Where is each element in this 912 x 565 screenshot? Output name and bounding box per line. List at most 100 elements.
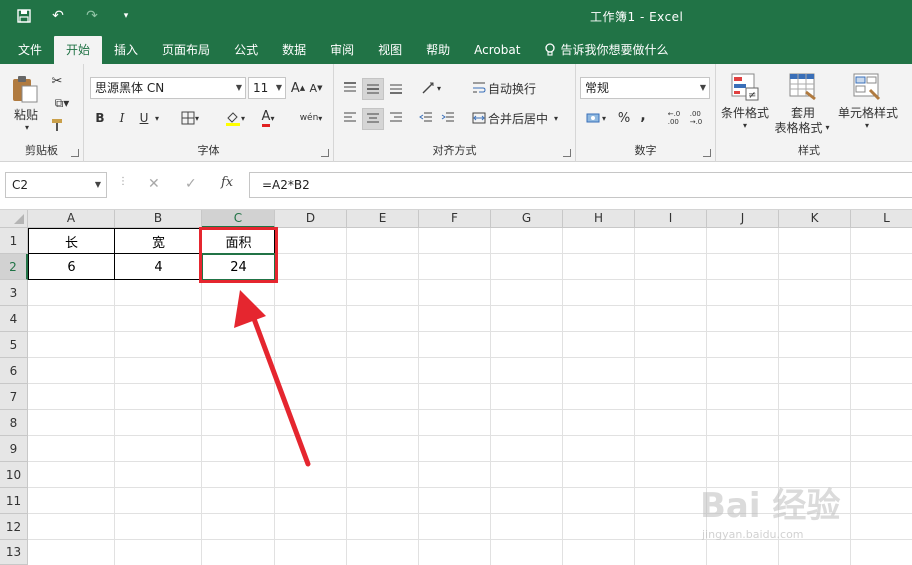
decrease-decimal-icon[interactable]: .00 →.0 (686, 108, 706, 128)
merge-center-button[interactable]: 合并后居中 ▾ (488, 108, 564, 128)
save-icon[interactable] (14, 6, 34, 26)
row-header-7[interactable]: 7 (0, 384, 28, 410)
cell-a2[interactable]: 6 (28, 254, 115, 280)
row-header-2[interactable]: 2 (0, 254, 28, 280)
row-header-3[interactable]: 3 (0, 280, 28, 306)
cut-icon[interactable]: ✂ (48, 72, 66, 90)
redo-icon[interactable]: ↷ (82, 6, 102, 26)
row-header-5[interactable]: 5 (0, 332, 28, 358)
tab-view[interactable]: 视图 (366, 36, 414, 64)
column-header-i[interactable]: I (635, 210, 707, 228)
row-header-9[interactable]: 9 (0, 436, 28, 462)
column-header-c[interactable]: C (202, 210, 275, 228)
fill-color-icon[interactable]: ▾ (220, 108, 250, 128)
tab-formulas[interactable]: 公式 (222, 36, 270, 64)
underline-button[interactable]: U (136, 108, 152, 128)
tab-review[interactable]: 审阅 (318, 36, 366, 64)
bold-button[interactable]: B (92, 108, 108, 128)
tab-page-layout[interactable]: 页面布局 (150, 36, 222, 64)
align-middle-icon[interactable] (362, 78, 384, 100)
tab-help[interactable]: 帮助 (414, 36, 462, 64)
increase-indent-icon[interactable] (438, 108, 458, 128)
row-header-12[interactable]: 12 (0, 514, 28, 540)
phonetic-guide-icon[interactable]: wén ▾ (296, 106, 326, 130)
row-header-13[interactable]: 13 (0, 540, 28, 565)
comma-style-button[interactable]: , (636, 106, 650, 126)
chevron-down-icon[interactable]: ▾ (740, 120, 750, 130)
formula-input[interactable]: =A2*B2 (249, 172, 912, 198)
align-center-icon[interactable] (362, 108, 384, 130)
undo-icon[interactable]: ↶ (48, 6, 68, 26)
row-header-1[interactable]: 1 (0, 228, 28, 254)
tab-data[interactable]: 数据 (270, 36, 318, 64)
insert-function-icon[interactable]: fx (221, 175, 233, 190)
alignment-launcher-icon[interactable] (563, 149, 571, 157)
column-header-h[interactable]: H (563, 210, 635, 228)
number-format-select[interactable]: 常规 ▼ (580, 77, 710, 99)
chevron-down-icon[interactable]: ▾ (862, 120, 872, 130)
wrap-text-button[interactable]: 自动换行 (488, 78, 548, 98)
font-name-select[interactable]: 思源黑体 CN ▼ (90, 77, 246, 99)
number-launcher-icon[interactable] (703, 149, 711, 157)
border-icon[interactable]: ▾ (176, 108, 204, 128)
accounting-format-icon[interactable]: ▾ (580, 108, 612, 128)
align-right-icon[interactable] (386, 108, 406, 128)
row-header-4[interactable]: 4 (0, 306, 28, 332)
align-bottom-icon[interactable] (386, 78, 406, 98)
select-all-button[interactable] (0, 210, 28, 228)
cell-b1[interactable]: 宽 (115, 228, 202, 254)
format-painter-icon[interactable] (48, 116, 66, 134)
orientation-icon[interactable]: ▾ (416, 78, 446, 98)
copy-icon[interactable]: ⧉▾ (48, 94, 76, 112)
tab-file[interactable]: 文件 (6, 36, 54, 64)
column-header-j[interactable]: J (707, 210, 779, 228)
column-header-g[interactable]: G (491, 210, 563, 228)
tab-acrobat[interactable]: Acrobat (462, 36, 532, 64)
clipboard-launcher-icon[interactable] (71, 149, 79, 157)
column-header-l[interactable]: L (851, 210, 912, 228)
font-launcher-icon[interactable] (321, 149, 329, 157)
font-color-icon[interactable]: A ▾ (254, 108, 282, 128)
wrap-text-icon[interactable] (470, 78, 488, 98)
tell-me-box[interactable]: 告诉我你想要做什么 (532, 36, 680, 64)
paste-button[interactable]: 粘贴 (8, 106, 44, 122)
font-size-select[interactable]: 11 ▼ (248, 77, 286, 99)
tab-insert[interactable]: 插入 (102, 36, 150, 64)
format-as-table-button[interactable]: 表格格式 ▾ (770, 119, 834, 135)
cell-styles-icon[interactable] (852, 72, 882, 102)
row-header-11[interactable]: 11 (0, 488, 28, 514)
column-header-e[interactable]: E (347, 210, 419, 228)
align-top-icon[interactable] (340, 78, 360, 98)
increase-font-icon[interactable]: A ▲ (290, 78, 306, 98)
align-left-icon[interactable] (340, 108, 360, 128)
decrease-indent-icon[interactable] (416, 108, 436, 128)
cell-a1[interactable]: 长 (28, 228, 115, 254)
column-header-b[interactable]: B (115, 210, 202, 228)
cell-b2[interactable]: 4 (115, 254, 202, 280)
worksheet-grid[interactable]: A B C D E F G H I J K L 1 2 3 4 5 6 7 8 … (0, 210, 912, 565)
italic-button[interactable]: I (114, 108, 130, 128)
enter-icon[interactable]: ✓ (185, 176, 197, 192)
formula-bar-splitter[interactable]: ⋮ (118, 176, 128, 187)
format-as-table-icon[interactable] (788, 72, 818, 102)
percent-button[interactable]: % (616, 108, 632, 128)
conditional-format-icon[interactable]: ≠ (730, 72, 760, 102)
cancel-icon[interactable]: ✕ (148, 176, 160, 192)
tab-home[interactable]: 开始 (54, 36, 103, 64)
decrease-font-icon[interactable]: A ▼ (308, 78, 324, 98)
merge-center-icon[interactable] (470, 108, 488, 128)
name-box[interactable]: C2 ▼ (5, 172, 107, 198)
increase-decimal-icon[interactable]: ←.0.00 (664, 108, 684, 128)
column-header-d[interactable]: D (275, 210, 347, 228)
underline-dropdown-icon[interactable]: ▾ (152, 108, 162, 128)
row-header-10[interactable]: 10 (0, 462, 28, 488)
conditional-format-button[interactable]: 条件格式 (716, 104, 774, 120)
paste-dropdown-icon[interactable]: ▾ (22, 122, 32, 132)
row-header-8[interactable]: 8 (0, 410, 28, 436)
paste-icon[interactable] (10, 74, 40, 104)
column-header-a[interactable]: A (28, 210, 115, 228)
row-header-6[interactable]: 6 (0, 358, 28, 384)
cell-styles-button[interactable]: 单元格样式 (834, 104, 902, 120)
column-header-f[interactable]: F (419, 210, 491, 228)
customize-qat-icon[interactable]: ▾ (116, 6, 136, 26)
